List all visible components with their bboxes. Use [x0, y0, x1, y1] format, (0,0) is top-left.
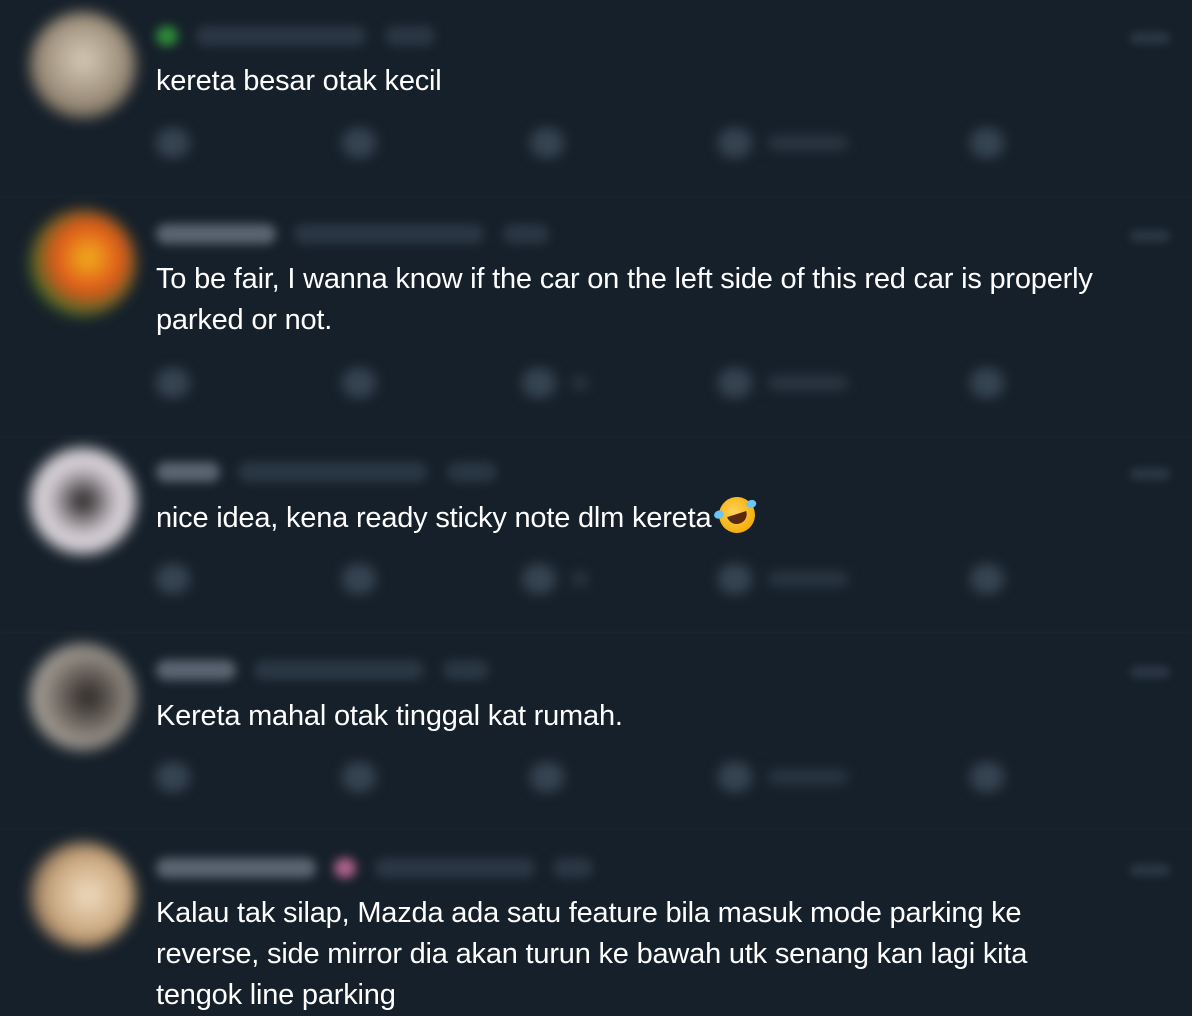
reply-item[interactable]: Kereta mahal otak tinggal kat rumah. — [0, 632, 1192, 828]
action-bar — [156, 128, 1056, 168]
views-icon — [718, 762, 752, 792]
views-count — [768, 572, 848, 586]
avatar[interactable] — [30, 210, 136, 316]
views-icon — [718, 128, 752, 158]
repost-icon — [342, 128, 376, 158]
author-meta[interactable] — [156, 26, 449, 48]
reply-text: Kereta mahal otak tinggal kat rumah. — [156, 700, 623, 732]
reply-text-content: nice idea, kena ready sticky note dlm ke… — [156, 502, 712, 534]
more-options-icon[interactable] — [1130, 468, 1170, 480]
rolling-on-floor-laughing-icon — [714, 492, 761, 538]
heart-icon — [530, 762, 564, 792]
author-meta[interactable] — [156, 660, 503, 682]
share-icon — [970, 564, 1004, 594]
avatar[interactable] — [30, 448, 136, 554]
reply-text: kereta besar otak kecil — [156, 65, 442, 97]
avatar[interactable] — [30, 12, 136, 118]
author-meta[interactable] — [156, 858, 607, 880]
repost-icon — [342, 762, 376, 792]
reply-icon — [156, 128, 190, 158]
action-bar — [156, 368, 1056, 408]
avatar[interactable] — [30, 644, 136, 750]
avatar[interactable] — [30, 842, 136, 948]
heart-icon — [522, 564, 556, 594]
reply-icon — [156, 368, 190, 398]
author-meta[interactable] — [156, 224, 563, 246]
action-bar — [156, 564, 1056, 604]
share-icon — [970, 368, 1004, 398]
reply-item[interactable]: Kalau tak silap, Mazda ada satu feature … — [0, 828, 1192, 1016]
reply-item[interactable]: To be fair, I wanna know if the car on t… — [0, 196, 1192, 436]
views-count — [768, 136, 848, 150]
like-count — [572, 572, 588, 586]
like-count — [572, 376, 588, 390]
reply-text: To be fair, I wanna know if the car on t… — [156, 263, 1093, 336]
views-icon — [718, 368, 752, 398]
share-icon — [970, 128, 1004, 158]
more-options-icon[interactable] — [1130, 230, 1170, 242]
reply-text: Kalau tak silap, Mazda ada satu feature … — [156, 897, 1028, 1011]
views-count — [768, 376, 848, 390]
reply-icon — [156, 564, 190, 594]
reply-item[interactable]: nice idea, kena ready sticky note dlm ke… — [0, 436, 1192, 632]
views-count — [768, 770, 848, 784]
reply-icon — [156, 762, 190, 792]
heart-icon — [522, 368, 556, 398]
more-options-icon[interactable] — [1130, 666, 1170, 678]
repost-icon — [342, 564, 376, 594]
reply-thread: kereta besar otak kecil To be fair, I wa… — [0, 0, 1192, 1016]
share-icon — [970, 762, 1004, 792]
action-bar — [156, 762, 1056, 802]
reply-text: nice idea, kena ready sticky note dlm ke… — [156, 492, 1156, 539]
more-options-icon[interactable] — [1130, 864, 1170, 876]
repost-icon — [342, 368, 376, 398]
heart-icon — [530, 128, 564, 158]
views-icon — [718, 564, 752, 594]
reply-item[interactable]: kereta besar otak kecil — [0, 0, 1192, 196]
more-options-icon[interactable] — [1130, 32, 1170, 44]
author-meta[interactable] — [156, 462, 511, 484]
